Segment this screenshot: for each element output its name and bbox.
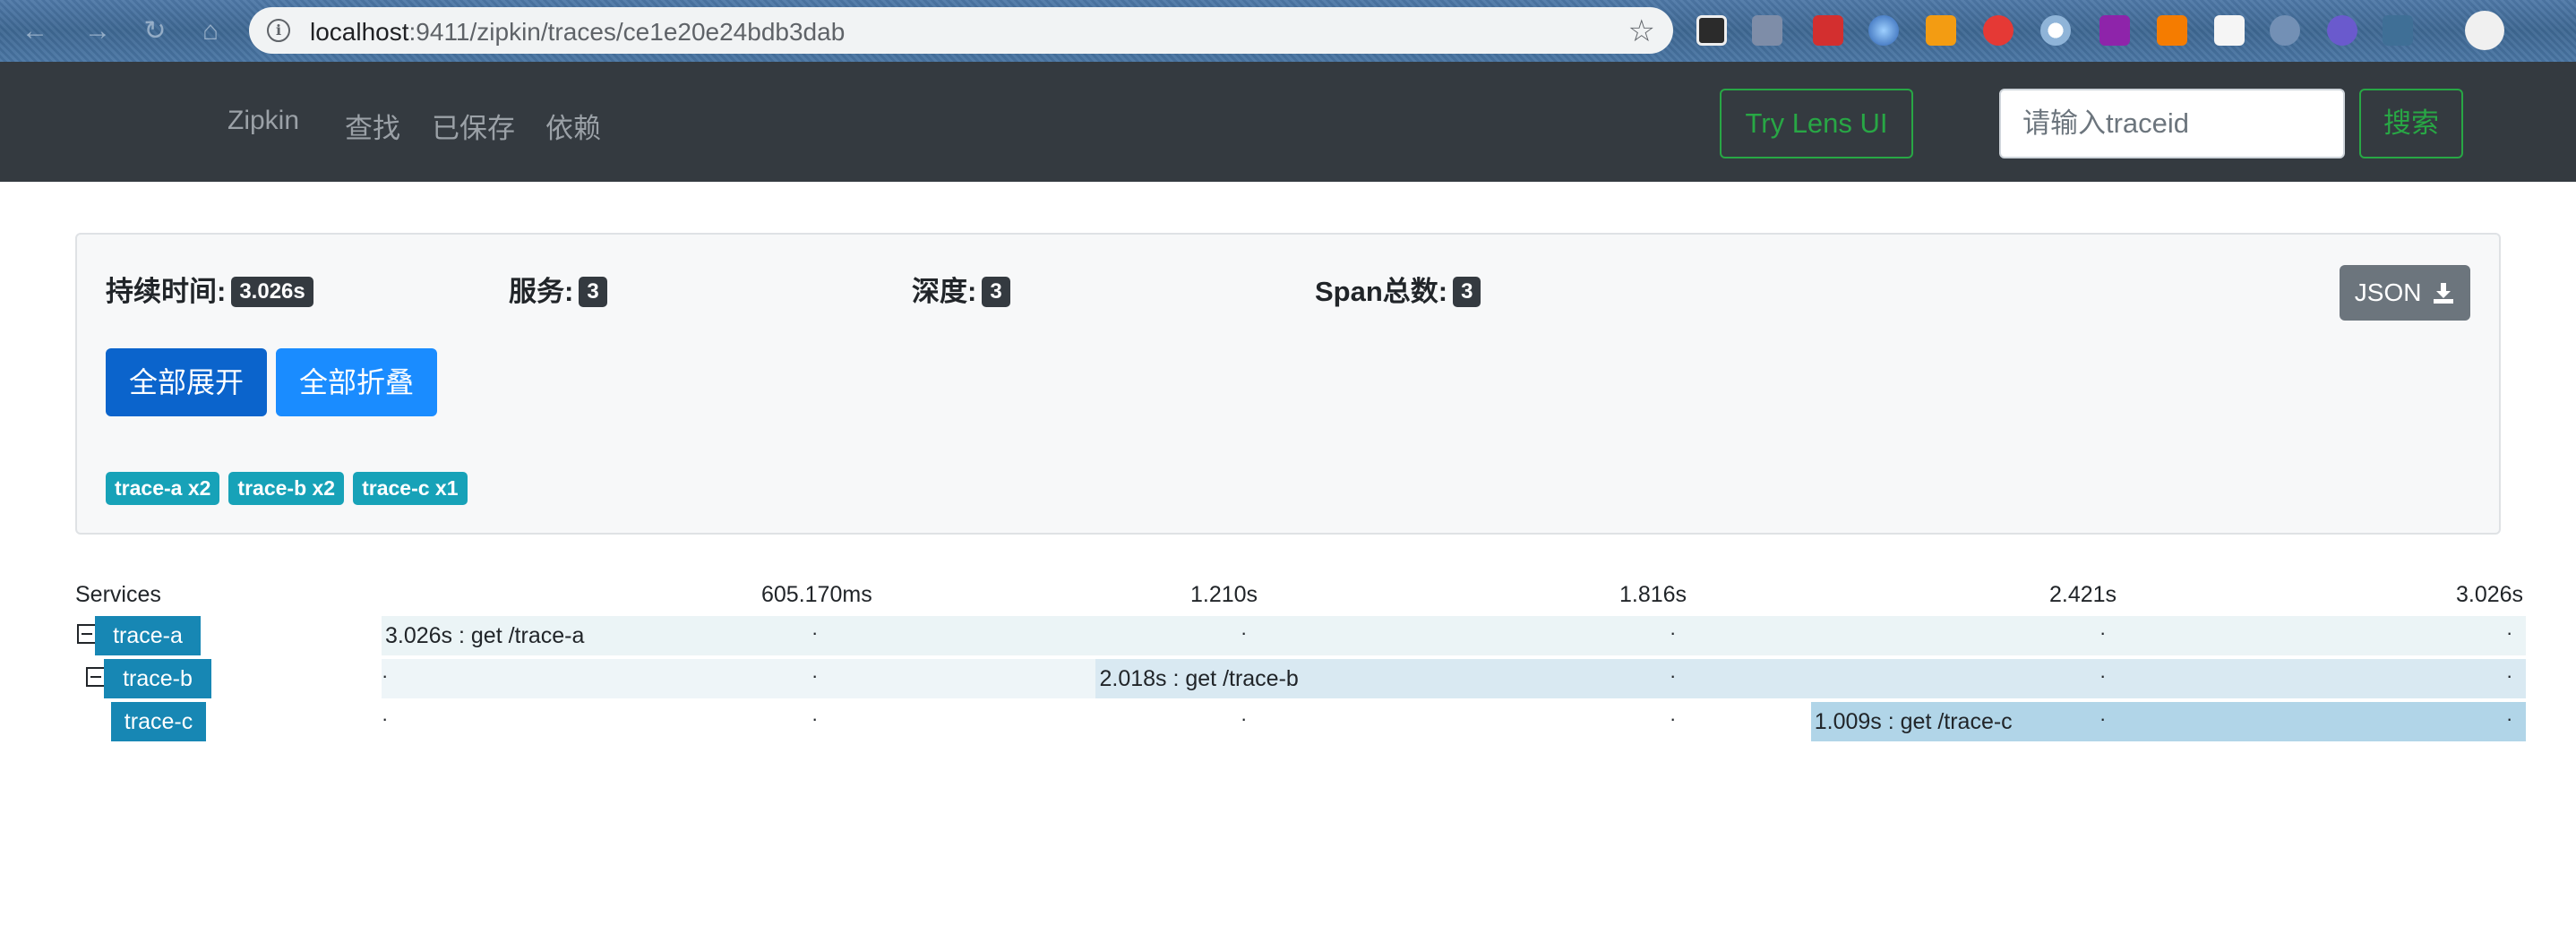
site-info-icon[interactable]: i [267, 19, 290, 42]
nav-find-link[interactable]: 查找 [345, 106, 400, 146]
grid-dot: · [2506, 707, 2513, 730]
grid-dot: · [1670, 707, 1677, 730]
nav-dependencies-link[interactable]: 依赖 [545, 106, 601, 146]
settings-extension-icon[interactable] [2270, 15, 2300, 46]
translate-extension-icon[interactable] [1926, 15, 1956, 46]
service-name-trace-b[interactable]: trace-b [104, 659, 211, 698]
time-tick: 1.210s [1190, 582, 1258, 607]
span-label: 1.009s : get /trace-c [1814, 709, 2013, 734]
span-bar-trace-b[interactable] [1095, 659, 2526, 698]
grid-dot: · [2099, 664, 2107, 687]
trace-summary-card: 持续时间: 3.026s 服务: 3 深度: 3 Span总数: 3 JSON 全部展开… [75, 233, 2501, 535]
search-button[interactable]: 搜索 [2359, 89, 2463, 158]
download-icon [2432, 269, 2455, 324]
more-extension-icon[interactable] [1813, 15, 1843, 46]
span-row[interactable]: trace-b 2.018s : get /trace-b · · · · · [0, 659, 2576, 700]
device-extension-icon[interactable] [2383, 15, 2413, 46]
nav-saved-link[interactable]: 已保存 [432, 106, 515, 146]
span-count-badge: 3 [1453, 277, 1481, 307]
service-name-trace-c[interactable]: trace-c [111, 702, 206, 741]
duration-stat: 持续时间: 3.026s [106, 269, 313, 309]
jmeter-extension-icon[interactable] [2157, 15, 2187, 46]
grid-dot: · [811, 621, 819, 644]
collapse-toggle-icon[interactable] [86, 667, 106, 687]
span-bar-trace-a[interactable] [382, 616, 2526, 655]
check-extension-icon[interactable] [2327, 15, 2357, 46]
grid-dot: · [2099, 707, 2107, 730]
grid-dot: · [1241, 621, 1248, 644]
service-badge-trace-b[interactable]: trace-b x2 [228, 472, 345, 505]
top-navbar: Zipkin 查找 已保存 依赖 Try Lens UI 搜索 [0, 62, 2576, 182]
grid-dot: · [382, 707, 389, 730]
span-label: 3.026s : get /trace-a [385, 623, 585, 648]
service-badge-trace-c[interactable]: trace-c x1 [353, 472, 468, 505]
home-icon[interactable]: ⌂ [195, 16, 226, 47]
forward-icon[interactable]: → [82, 16, 113, 47]
time-tick: 2.421s [2049, 582, 2117, 607]
expand-all-button[interactable]: 全部展开 [106, 348, 267, 416]
span-count-stat: Span总数: 3 [1315, 269, 1481, 309]
span-row[interactable]: trace-a 3.026s : get /trace-a · · · · · [0, 616, 2576, 657]
browser-toolbar: ← → ↻ ⌂ i localhost:9411/zipkin/traces/c… [0, 0, 2576, 62]
services-badge: 3 [579, 277, 607, 307]
profile-avatar[interactable] [2465, 11, 2504, 50]
tool-extension-icon[interactable] [2214, 15, 2245, 46]
grid-dot: · [811, 707, 819, 730]
service-badges: trace-a x2 trace-b x2 trace-c x1 [106, 472, 468, 505]
depth-stat: 深度: 3 [912, 269, 1010, 309]
services-header: Services [75, 582, 161, 607]
span-label: 2.018s : get /trace-b [1099, 666, 1299, 691]
brand-link[interactable]: Zipkin [228, 106, 299, 136]
time-tick: 3.026s [2456, 582, 2524, 607]
url-text[interactable]: localhost:9411/zipkin/traces/ce1e20e24bd… [310, 18, 845, 47]
service-name-trace-a[interactable]: trace-a [95, 616, 201, 655]
json-button-label: JSON [2354, 278, 2422, 306]
back-icon[interactable]: ← [20, 16, 50, 47]
trace-timeline: Services 605.170ms 1.210s 1.816s 2.421s … [0, 573, 2576, 770]
grid-dot: · [1241, 707, 1248, 730]
services-stat: 服务: 3 [509, 269, 607, 309]
span-row[interactable]: trace-c 1.009s : get /trace-c · · · · · … [0, 702, 2576, 743]
collapse-all-button[interactable]: 全部折叠 [276, 348, 437, 416]
duration-badge: 3.026s [231, 277, 313, 307]
json-download-button[interactable]: JSON [2340, 265, 2470, 321]
grid-dot: · [2506, 621, 2513, 644]
sync-extension-icon[interactable] [2040, 15, 2071, 46]
grid-dot: · [382, 664, 389, 687]
reload-icon[interactable]: ↻ [140, 16, 170, 47]
grid-dot: · [811, 664, 819, 687]
time-tick: 1.816s [1619, 582, 1687, 607]
adblock-extension-icon[interactable] [1983, 15, 2014, 46]
bookmark-star-icon[interactable]: ☆ [1628, 13, 1655, 49]
duration-label: 持续时间: [106, 276, 227, 307]
try-lens-ui-button[interactable]: Try Lens UI [1720, 89, 1913, 158]
traceid-search-input[interactable] [1999, 89, 2345, 158]
service-badge-trace-a[interactable]: trace-a x2 [106, 472, 220, 505]
globe-extension-icon[interactable] [1868, 15, 1899, 46]
grid-dot: · [2506, 664, 2513, 687]
address-bar[interactable]: i localhost:9411/zipkin/traces/ce1e20e24… [249, 7, 1673, 54]
depth-badge: 3 [982, 277, 1010, 307]
grid-dot: · [2099, 621, 2107, 644]
rp-extension-icon[interactable] [2099, 15, 2130, 46]
grid-dot: · [1670, 621, 1677, 644]
grid-dot: · [1670, 664, 1677, 687]
depth-label: 深度: [912, 276, 977, 307]
services-label: 服务: [509, 276, 574, 307]
qr-code-extension-icon[interactable] [1696, 15, 1727, 46]
collapse-toggle-icon[interactable] [77, 624, 97, 644]
time-tick: 605.170ms [761, 582, 872, 607]
mail-extension-icon[interactable] [1752, 15, 1782, 46]
span-count-label: Span总数: [1315, 276, 1448, 307]
